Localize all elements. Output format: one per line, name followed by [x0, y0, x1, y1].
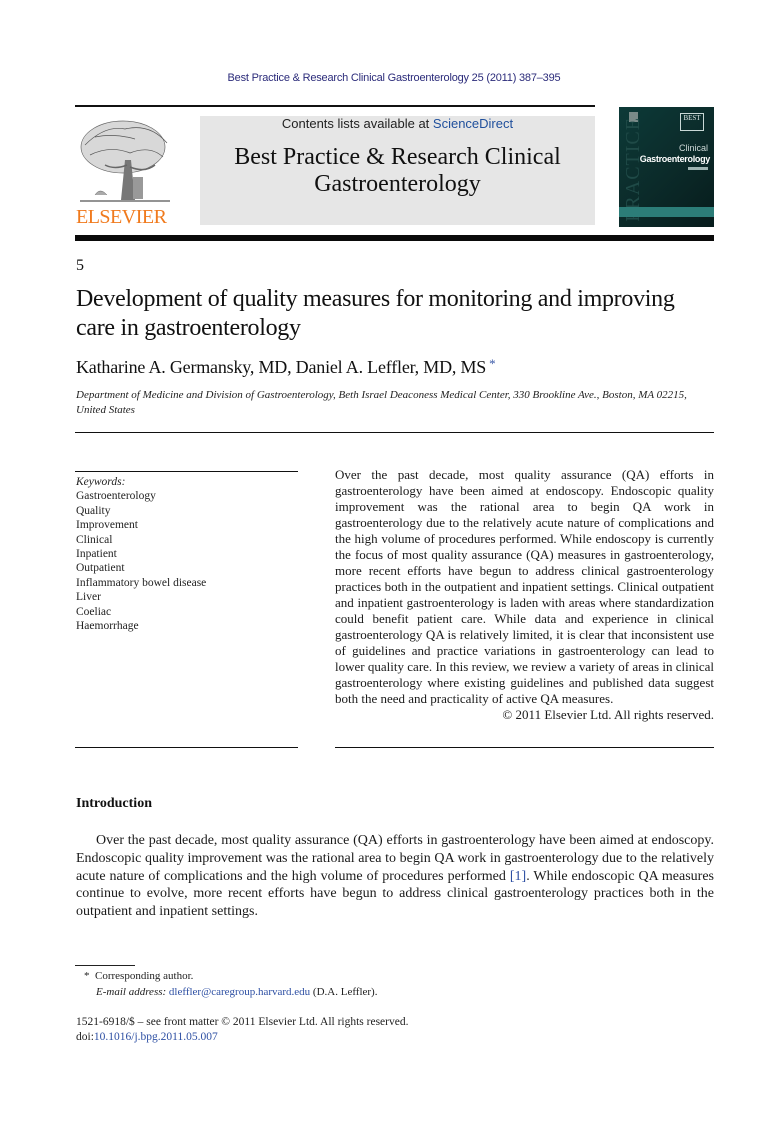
doi-line: doi:10.1016/j.bpg.2011.05.007	[76, 1030, 408, 1045]
keyword-item: Coeliac	[76, 605, 112, 618]
introduction-paragraph: Over the past decade, most quality assur…	[76, 832, 714, 921]
journal-title-line2: Gastroenterology	[314, 171, 481, 197]
keyword-item: Inflammatory bowel disease	[76, 576, 207, 589]
journal-title-line1: Best Practice & Research Clinical	[234, 144, 561, 170]
keyword-item: Gastroenterology	[76, 490, 156, 503]
keywords-block: Keywords: Gastroenterology Quality Impro…	[76, 475, 298, 633]
cover-vertical-text: PRACTICE	[622, 117, 644, 222]
cover-badge: BEST	[680, 113, 704, 131]
footnote: * Corresponding author. E-mail address: …	[84, 968, 377, 1000]
keyword-item: Liver	[76, 591, 101, 604]
footnote-email-line: E-mail address: dleffler@caregroup.harva…	[84, 984, 377, 1000]
keywords-rule-top	[75, 471, 298, 472]
cover-band	[619, 207, 714, 217]
doi-link[interactable]: 10.1016/j.bpg.2011.05.007	[94, 1031, 218, 1043]
keyword-item: Haemorrhage	[76, 620, 139, 633]
email-suffix: (D.A. Leffler).	[312, 986, 378, 998]
affiliation-rule	[75, 432, 714, 433]
authors-text: Katharine A. Germansky, MD, Daniel A. Le…	[76, 357, 487, 377]
doi-prefix: doi:	[76, 1031, 94, 1043]
section-heading-introduction: Introduction	[76, 796, 152, 811]
affiliation: Department of Medicine and Division of G…	[76, 389, 687, 416]
abstract-text: Over the past decade, most quality assur…	[335, 467, 714, 706]
contents-availability: Contents lists available at ScienceDirec…	[200, 116, 595, 131]
footnote-corresponding-text: Corresponding author.	[95, 970, 194, 982]
keyword-item: Outpatient	[76, 562, 125, 575]
contents-prefix: Contents lists available at	[281, 116, 433, 131]
footnote-corresponding: * Corresponding author.	[84, 968, 377, 984]
journal-title[interactable]: Best Practice & Research Clinical Gastro…	[200, 144, 595, 198]
header-rule	[75, 105, 595, 107]
abstract-rule-bottom	[335, 747, 714, 748]
keywords-rule-bottom	[75, 747, 298, 748]
cover-line1: Clinical	[678, 143, 708, 153]
footer-issn: 1521-6918/$ – see front matter © 2011 El…	[76, 1015, 408, 1045]
cover-line2: Gastroenterology	[639, 154, 711, 164]
journal-banner: Contents lists available at ScienceDirec…	[200, 116, 595, 225]
corresponding-author-link[interactable]: *	[489, 356, 496, 371]
footnote-mark: *	[84, 970, 90, 982]
keywords-heading: Keywords:	[76, 476, 126, 488]
journal-citation-link[interactable]: Best Practice & Research Clinical Gastro…	[0, 72, 780, 84]
article-number: 5	[76, 257, 84, 274]
citation-link[interactable]: [1]	[510, 869, 526, 884]
footnote-rule	[75, 965, 135, 966]
cover-editor-line	[688, 167, 708, 170]
email-link[interactable]: dleffler@caregroup.harvard.edu	[169, 986, 310, 998]
author-list: Katharine A. Germansky, MD, Daniel A. Le…	[76, 356, 496, 378]
keyword-item: Improvement	[76, 519, 138, 532]
keyword-item: Quality	[76, 504, 111, 517]
abstract-copyright: © 2011 Elsevier Ltd. All rights reserved…	[502, 707, 714, 722]
article-title: Development of quality measures for moni…	[76, 286, 675, 341]
header-thick-rule	[75, 235, 714, 241]
tree-icon	[80, 120, 170, 202]
issn-line: 1521-6918/$ – see front matter © 2011 El…	[76, 1016, 409, 1028]
sciencedirect-link[interactable]: ScienceDirect	[433, 116, 513, 131]
journal-cover-thumbnail[interactable]: BEST PRACTICE Clinical Gastroenterology	[619, 107, 714, 227]
keyword-item: Clinical	[76, 533, 113, 546]
elsevier-wordmark: ELSEVIER	[76, 206, 167, 228]
abstract: Over the past decade, most quality assur…	[335, 467, 714, 723]
keyword-item: Inpatient	[76, 548, 117, 561]
email-label: E-mail address:	[96, 986, 167, 998]
